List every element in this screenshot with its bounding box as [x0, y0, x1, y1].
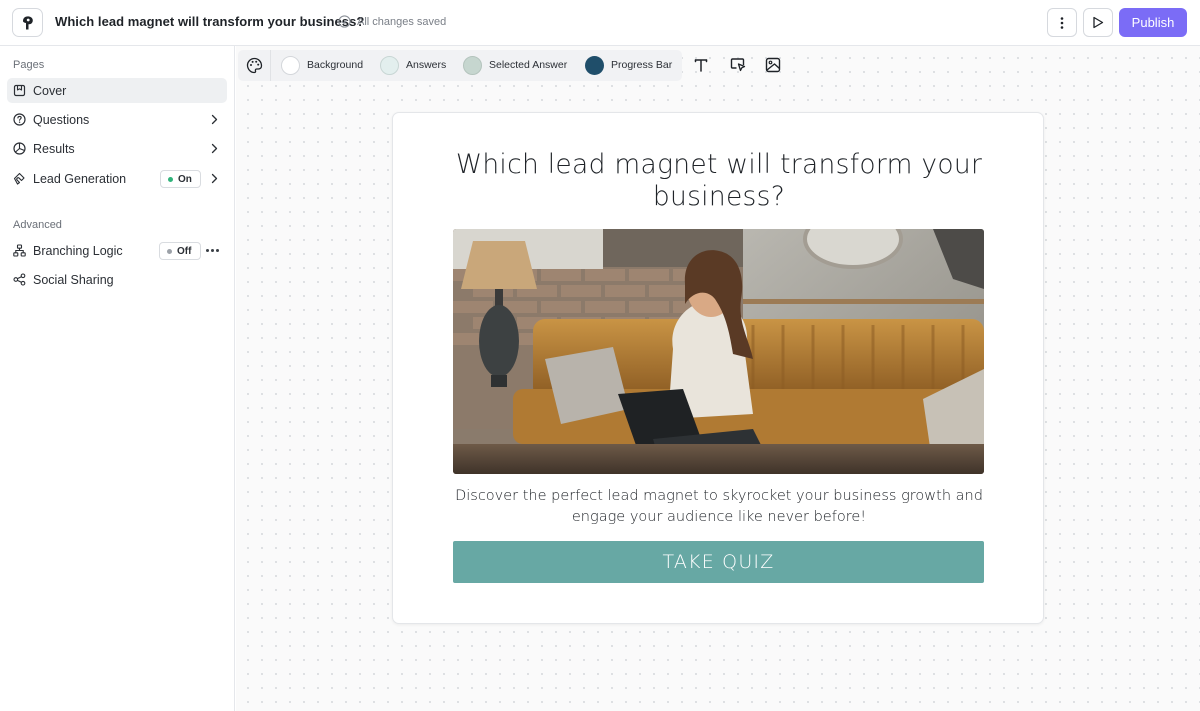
toggle-status-text: Off	[177, 245, 192, 257]
selected-answer-swatch[interactable]	[463, 56, 482, 75]
top-bar: Which lead magnet will transform your bu…	[0, 0, 1200, 46]
magnet-icon	[13, 172, 25, 185]
status-dot	[168, 176, 173, 182]
sidebar-item-label: Lead Generation	[33, 172, 127, 186]
progress-bar-swatch[interactable]	[585, 56, 604, 75]
quiz-cover-card[interactable]: Which lead magnet will transform your bu…	[392, 112, 1044, 624]
swatch-label: Background	[307, 59, 364, 71]
take-quiz-button[interactable]: TAKE QUIZ	[453, 541, 984, 583]
answers-swatch[interactable]	[380, 56, 399, 75]
toolbar-divider	[270, 50, 271, 81]
swatch-label: Progress Bar	[611, 59, 673, 71]
button-style-icon[interactable]	[730, 57, 746, 73]
share-icon	[13, 273, 26, 286]
pages-section-label: Pages	[13, 59, 45, 71]
sidebar-item-questions[interactable]: Questions	[7, 107, 227, 132]
sidebar-item-label: Questions	[33, 113, 90, 127]
lead-generation-toggle[interactable]: On	[160, 170, 201, 188]
branching-logic-toggle[interactable]: Off	[159, 242, 201, 260]
quiz-description[interactable]: Discover the perfect lead magnet to skyr…	[433, 486, 1005, 527]
toggle-status-text: On	[178, 173, 192, 185]
play-icon	[1093, 16, 1104, 29]
background-swatch[interactable]	[281, 56, 300, 75]
preview-button[interactable]	[1083, 8, 1113, 37]
cover-photo-illustration	[453, 229, 984, 474]
publish-button[interactable]: Publish	[1119, 8, 1187, 37]
results-icon	[13, 142, 26, 155]
quiz-title[interactable]: Which lead magnet will transform your bu…	[433, 149, 1005, 213]
more-options-button[interactable]	[1047, 8, 1077, 37]
advanced-section-label: Advanced	[13, 219, 62, 231]
status-dot	[167, 248, 172, 254]
check-circle-icon	[338, 15, 351, 28]
save-status: All changes saved	[338, 15, 446, 28]
logo-icon	[22, 15, 33, 29]
image-icon[interactable]	[765, 57, 781, 73]
swatch-label: Selected Answer	[489, 59, 568, 71]
horizontal-dots-icon[interactable]	[206, 249, 219, 252]
cover-image[interactable]	[453, 229, 984, 474]
app-logo-button[interactable]	[12, 8, 43, 37]
sidebar-item-lead-generation[interactable]: Lead Generation On	[7, 166, 227, 191]
chevron-right-icon	[211, 114, 218, 125]
chevron-right-icon	[211, 143, 218, 154]
sidebar-item-social-sharing[interactable]: Social Sharing	[7, 267, 227, 292]
text-icon[interactable]	[693, 57, 709, 73]
theme-toolbar: Background Answers Selected Answer Progr…	[238, 50, 682, 81]
vertical-dots-icon	[1060, 16, 1064, 29]
sidebar-item-label: Social Sharing	[33, 273, 114, 287]
sidebar-item-label: Results	[33, 142, 75, 156]
sidebar-item-label: Branching Logic	[33, 244, 123, 258]
sidebar-item-results[interactable]: Results	[7, 136, 227, 161]
palette-icon[interactable]	[246, 57, 263, 74]
sidebar: Pages Cover Questions Results Lead Gener…	[0, 46, 235, 711]
sidebar-item-label: Cover	[33, 84, 67, 98]
swatch-label: Answers	[406, 59, 447, 71]
question-icon	[13, 113, 26, 126]
sidebar-item-branching-logic[interactable]: Branching Logic Off	[7, 238, 227, 263]
save-status-text: All changes saved	[357, 15, 447, 28]
chevron-right-icon	[211, 173, 218, 184]
branch-icon	[13, 244, 26, 257]
page-icon	[13, 84, 26, 97]
document-title[interactable]: Which lead magnet will transform your bu…	[55, 14, 364, 29]
sidebar-item-cover[interactable]: Cover	[7, 78, 227, 103]
